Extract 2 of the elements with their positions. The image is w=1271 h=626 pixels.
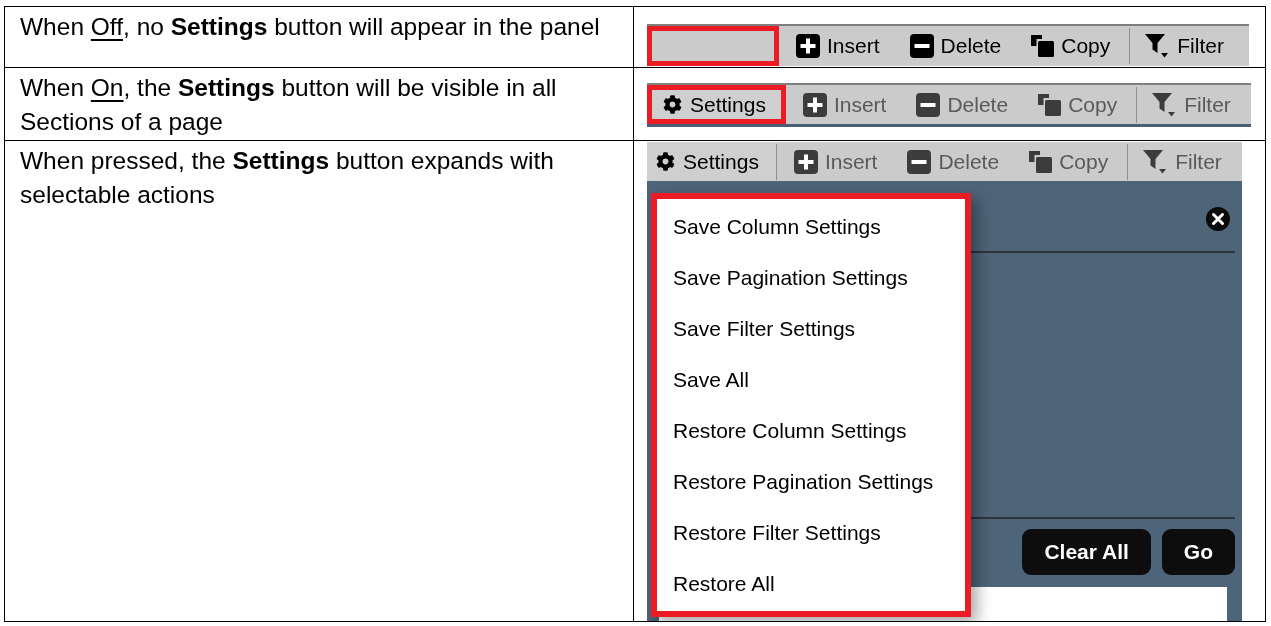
description-text: When Off, no Settings button will appear in the panel	[20, 12, 601, 42]
description-text: When pressed, the Settings button expands with selectable actions	[20, 146, 555, 210]
